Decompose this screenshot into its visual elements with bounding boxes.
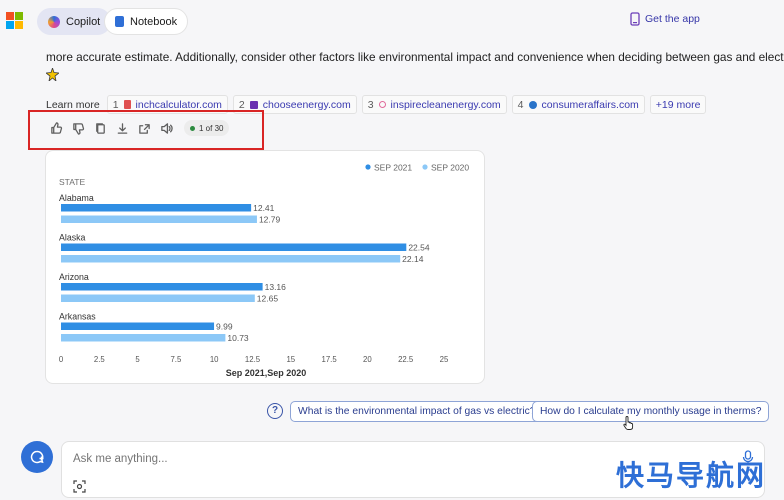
notebook-icon bbox=[115, 16, 124, 27]
tab-copilot[interactable]: Copilot bbox=[37, 8, 112, 35]
new-chat-icon bbox=[30, 450, 44, 464]
bar bbox=[61, 294, 255, 302]
source-number: 2 bbox=[238, 98, 245, 111]
bar bbox=[61, 255, 401, 263]
site-favicon-icon bbox=[528, 100, 537, 109]
suggestion-label: What is the environmental impact of gas … bbox=[298, 406, 536, 417]
chart-card: SEP 2021 SEP 2020 STATE Alabama 12.41 12.79… bbox=[45, 150, 485, 384]
highlight-box bbox=[28, 110, 264, 150]
category-label: Alabama bbox=[59, 193, 94, 203]
x-tick-label: 5 bbox=[135, 355, 140, 364]
bar bbox=[61, 322, 215, 330]
x-tick-label: 20 bbox=[363, 355, 372, 364]
source-number: 1 bbox=[112, 98, 119, 111]
response-text: more accurate estimate. Additionally, co… bbox=[46, 50, 784, 64]
source-label: inchcalculator.com bbox=[135, 98, 222, 111]
source-link-3[interactable]: 3 inspirecleanenergy.com bbox=[361, 95, 507, 114]
x-axis-label: Sep 2021,Sep 2020 bbox=[226, 368, 307, 378]
site-favicon-icon bbox=[249, 100, 258, 109]
legend-marker bbox=[422, 164, 428, 170]
copilot-icon bbox=[48, 15, 60, 28]
legend-label: SEP 2021 bbox=[374, 163, 412, 173]
x-tick-label: 15 bbox=[286, 355, 295, 364]
bar bbox=[61, 283, 263, 291]
data-label: 22.14 bbox=[402, 254, 424, 264]
phone-icon bbox=[630, 12, 640, 26]
x-tick-label: 2.5 bbox=[94, 355, 106, 364]
x-tick-label: 25 bbox=[440, 355, 449, 364]
data-label: 12.41 bbox=[253, 203, 275, 213]
bar bbox=[61, 334, 226, 342]
calculator-icon bbox=[123, 100, 131, 109]
source-number: 4 bbox=[517, 98, 524, 111]
data-label: 10.73 bbox=[227, 333, 249, 343]
x-tick-label: 0 bbox=[59, 355, 64, 364]
site-favicon-icon bbox=[378, 101, 386, 108]
x-tick-label: 10 bbox=[210, 355, 219, 364]
watermark-text: 快马导航网 bbox=[615, 459, 766, 492]
bar bbox=[61, 204, 252, 212]
learn-more-label: Learn more bbox=[46, 98, 100, 111]
data-label: 9.99 bbox=[216, 322, 233, 332]
data-label: 12.65 bbox=[257, 294, 279, 304]
bar bbox=[61, 215, 257, 223]
x-tick-label: 7.5 bbox=[170, 355, 182, 364]
source-link-4[interactable]: 4 consumeraffairs.com bbox=[511, 95, 645, 114]
help-icon[interactable]: ? bbox=[267, 403, 283, 419]
bar-chart: SEP 2021 SEP 2020 STATE Alabama 12.41 12.79… bbox=[59, 163, 470, 379]
data-label: 13.16 bbox=[265, 282, 287, 292]
source-number: 3 bbox=[367, 98, 374, 111]
windows-logo[interactable] bbox=[6, 12, 23, 29]
suggestion-label: How do I calculate my monthly usage in t… bbox=[540, 406, 762, 417]
category-label: Arkansas bbox=[59, 312, 96, 322]
get-app-button[interactable]: Get the app bbox=[630, 12, 700, 26]
bar bbox=[61, 243, 407, 251]
get-app-label: Get the app bbox=[645, 13, 700, 25]
tab-notebook[interactable]: Notebook bbox=[104, 8, 189, 35]
data-label: 22.54 bbox=[408, 243, 430, 253]
suggestion-environmental-impact[interactable]: What is the environmental impact of gas … bbox=[290, 401, 544, 422]
source-label: inspirecleanenergy.com bbox=[390, 98, 501, 111]
x-tick-label: 22.5 bbox=[398, 355, 414, 364]
legend-marker bbox=[365, 164, 371, 170]
y-axis-label: STATE bbox=[59, 177, 85, 187]
more-sources-label: +19 more bbox=[655, 98, 701, 111]
hand-cursor-icon bbox=[623, 416, 634, 430]
source-label: consumeraffairs.com bbox=[541, 98, 639, 111]
legend-label: SEP 2020 bbox=[431, 163, 469, 173]
data-label: 12.79 bbox=[259, 215, 281, 225]
suggestion-monthly-usage[interactable]: How do I calculate my monthly usage in t… bbox=[532, 401, 770, 422]
category-label: Alaska bbox=[59, 233, 86, 243]
x-tick-label: 17.5 bbox=[322, 355, 338, 364]
image-capture-icon[interactable] bbox=[73, 480, 86, 493]
source-label: chooseenergy.com bbox=[262, 98, 351, 111]
sparkle-icon bbox=[44, 66, 61, 83]
tab-label: Copilot bbox=[66, 15, 101, 28]
x-tick-label: 12.5 bbox=[245, 355, 261, 364]
tab-label: Notebook bbox=[130, 15, 178, 28]
new-topic-button[interactable] bbox=[21, 441, 53, 473]
more-sources-button[interactable]: +19 more bbox=[649, 95, 707, 114]
category-label: Arizona bbox=[59, 272, 89, 282]
